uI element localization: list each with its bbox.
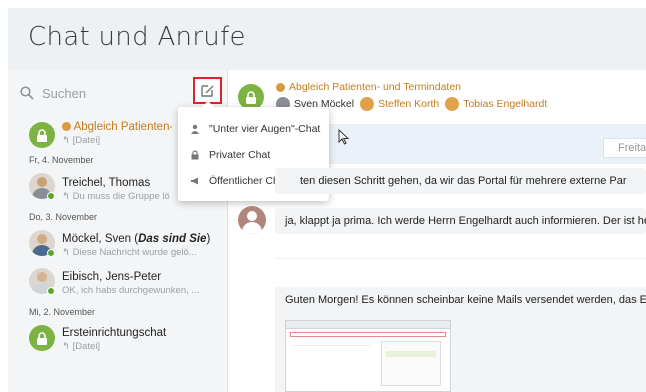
lock-icon xyxy=(191,150,199,160)
conversation-item[interactable]: Ersteinrichtungschat ↰ [Datei] xyxy=(62,327,212,352)
person-icon xyxy=(191,124,199,134)
conversation-name: Möckel, Sven (Das sind Sie) xyxy=(62,233,211,245)
day-label: Freita xyxy=(603,138,646,158)
menu-item-private-chat[interactable]: Privater Chat xyxy=(190,147,270,163)
online-status-dot xyxy=(47,192,55,200)
group-lock-icon xyxy=(29,122,55,148)
message-bubble: ten diesen Schritt gehen, da wir das Por… xyxy=(275,168,646,194)
conversation-name: Treichel, Thomas xyxy=(62,177,151,189)
conversation-preview: OK, ich habs durchgewunken, ... xyxy=(62,285,200,296)
reply-icon: ↰ xyxy=(62,247,73,258)
message-with-attachment: Guten Morgen! Es können scheinbar keine … xyxy=(275,287,646,392)
conversation-item[interactable]: Eibisch, Jens-Peter OK, ich habs durchge… xyxy=(62,271,212,296)
member[interactable]: Tobias Engelhardt xyxy=(445,97,547,111)
cursor-icon xyxy=(338,129,350,145)
group-icon xyxy=(276,82,285,92)
message-bubble: ja, klappt ja prima. Ich werde Herrn Eng… xyxy=(275,208,646,234)
online-status-dot xyxy=(47,249,55,257)
menu-item-public-chat[interactable]: Öffentlicher Chat xyxy=(190,173,288,189)
search-box[interactable]: Suchen xyxy=(20,84,86,102)
member[interactable]: Steffen Korth xyxy=(360,97,439,111)
conversation-preview: [Datei] xyxy=(72,341,101,352)
search-icon xyxy=(20,86,34,100)
reply-icon: ↰ xyxy=(62,341,73,352)
reply-icon: ↰ xyxy=(62,191,73,202)
conversation-item[interactable]: Möckel, Sven (Das sind Sie) ↰ Diese Nach… xyxy=(62,233,212,258)
conversation-preview: [Datei] xyxy=(72,135,101,146)
menu-item-private-one-on-one[interactable]: "Unter vier Augen"-Chat xyxy=(190,121,320,137)
page-title: Chat und Anrufe xyxy=(28,22,246,52)
conversation-item[interactable]: Treichel, Thomas ↰ Du muss die Gruppe lö xyxy=(62,177,178,202)
search-placeholder: Suchen xyxy=(42,85,87,101)
megaphone-icon xyxy=(191,177,198,185)
member-avatar xyxy=(445,97,460,111)
sender-avatar xyxy=(238,206,266,234)
conversation-name: Ersteinrichtungschat xyxy=(62,327,167,339)
reply-icon: ↰ xyxy=(62,135,73,146)
title-bar: Chat und Anrufe xyxy=(8,8,646,70)
conversation-name: Eibisch, Jens-Peter xyxy=(62,271,162,283)
conversation-preview: Du muss die Gruppe lö xyxy=(72,191,170,202)
message-divider xyxy=(275,247,646,259)
conversation-item[interactable]: Abgleich Patienten- u ↰ [Datei] xyxy=(62,121,172,146)
date-separator: Fr, 4. November xyxy=(29,155,94,165)
date-separator: Mi, 2. November xyxy=(29,307,96,317)
online-status-dot xyxy=(47,287,55,295)
date-separator: Do, 3. November xyxy=(29,212,98,222)
new-chat-button[interactable] xyxy=(193,77,222,104)
compose-icon xyxy=(201,85,214,97)
conversation-name: Abgleich Patienten- u xyxy=(73,121,172,133)
conversation-preview: Diese Nachricht wurde gelö... xyxy=(72,247,197,258)
message-text: Guten Morgen! Es können scheinbar keine … xyxy=(285,294,646,306)
member-avatar xyxy=(360,97,375,111)
group-icon xyxy=(62,122,71,131)
attachment-thumbnail[interactable] xyxy=(285,320,451,392)
group-lock-icon xyxy=(29,325,55,351)
chat-title: Abgleich Patienten- und Termindaten xyxy=(276,81,461,93)
